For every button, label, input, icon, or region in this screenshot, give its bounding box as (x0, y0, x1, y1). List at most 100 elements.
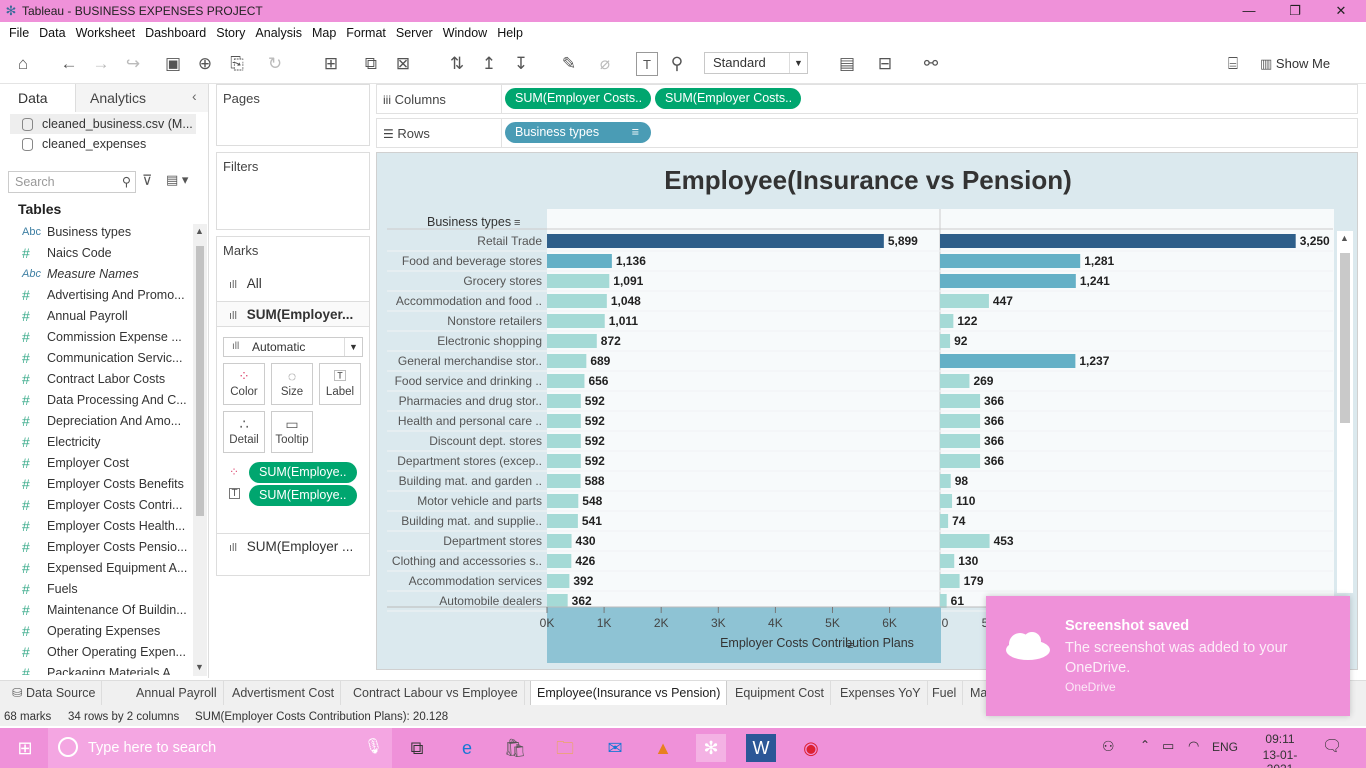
bar-series1[interactable] (547, 394, 581, 408)
scroll-up-icon[interactable]: ▲ (1340, 233, 1349, 243)
bar-series1[interactable] (547, 414, 581, 428)
marks-all[interactable]: ıll All (217, 271, 369, 297)
bar-series2[interactable] (940, 474, 951, 488)
sort-descending-icon[interactable]: ↧ (510, 52, 532, 76)
datasource-item[interactable]: cleaned_business.csv (M... (10, 114, 196, 134)
columns-pill-2[interactable]: SUM(Employer Costs.. (655, 88, 801, 109)
bar-series2[interactable] (940, 294, 989, 308)
tooltip-button[interactable]: ▭ Tooltip (271, 411, 313, 453)
bar-series1[interactable] (547, 334, 597, 348)
field-item[interactable]: # Employer Costs Benefits (0, 474, 192, 495)
sort-ascending-icon[interactable]: ↥ (478, 52, 500, 76)
bar-series1[interactable] (547, 274, 610, 288)
category-label[interactable]: General merchandise stor.. (398, 354, 542, 368)
duplicate-sheet-icon[interactable]: ⧉ (360, 52, 382, 76)
field-item[interactable]: # Contract Labor Costs (0, 369, 192, 390)
tab-annual-payroll[interactable]: Annual Payroll (130, 681, 224, 705)
store-icon[interactable]: 🛍 (500, 734, 530, 762)
bar-series2[interactable] (940, 594, 947, 608)
word-icon[interactable]: W (746, 734, 776, 762)
collapse-panel-icon[interactable]: ‹ (192, 88, 197, 104)
field-item[interactable]: # Commission Expense ... (0, 327, 192, 348)
label-pill[interactable]: SUM(Employe.. (249, 485, 357, 506)
field-item[interactable]: # Expensed Equipment A... (0, 558, 192, 579)
pin-icon[interactable]: ⚲ (666, 52, 688, 76)
rows-shelf[interactable]: ☰ Rows Business types ≡ (376, 118, 1358, 148)
tab-analytics[interactable]: Analytics (76, 84, 208, 112)
show-cards-icon[interactable]: ▤ (836, 52, 858, 76)
bar-series2[interactable] (940, 554, 955, 568)
menu-data[interactable]: Data (38, 26, 66, 40)
menu-server[interactable]: Server (395, 26, 434, 40)
maximize-button[interactable]: ❐ (1272, 0, 1318, 22)
field-item[interactable]: # Other Operating Expen... (0, 642, 192, 663)
undo-icon[interactable]: ← (58, 52, 80, 76)
view-size-select[interactable]: Standard ▼ (704, 52, 808, 74)
home-icon[interactable]: ⌂ (12, 52, 34, 76)
menu-help[interactable]: Help (496, 26, 524, 40)
bar-series1[interactable] (547, 474, 581, 488)
tab-fuel[interactable]: Fuel (926, 681, 964, 705)
color-pill[interactable]: SUM(Employe.. (249, 462, 357, 483)
tab-data-source[interactable]: ⛁ Data Source (6, 681, 103, 705)
menu-dashboard[interactable]: Dashboard (144, 26, 207, 40)
bar-series1[interactable] (547, 534, 572, 548)
bar-series2[interactable] (940, 434, 981, 448)
category-label[interactable]: Food service and drinking .. (395, 374, 542, 388)
category-label[interactable]: Accommodation services (409, 574, 542, 588)
bar-series2[interactable] (940, 454, 981, 468)
menu-map[interactable]: Map (311, 26, 337, 40)
color-button[interactable]: ⁘ Color (223, 363, 265, 405)
field-list-scrollbar[interactable]: ▲ ▼ (193, 224, 207, 676)
language-indicator[interactable]: ENG (1212, 740, 1238, 754)
screenshot-toast[interactable]: Screenshot saved The screenshot was adde… (986, 596, 1350, 716)
search-input[interactable]: Search ⚲ (8, 171, 136, 193)
category-label[interactable]: Nonstore retailers (447, 314, 542, 328)
category-label[interactable]: Accommodation and food .. (396, 294, 542, 308)
columns-pill-1[interactable]: SUM(Employer Costs.. (505, 88, 651, 109)
category-label[interactable]: Grocery stores (463, 274, 542, 288)
marks-sum-employer-1[interactable]: ıll SUM(Employer... (217, 301, 369, 327)
bar-series2[interactable] (940, 414, 981, 428)
field-item[interactable]: # Annual Payroll (0, 306, 192, 327)
label-button[interactable]: 🅃 Label (319, 363, 361, 405)
windows-start-icon[interactable]: ⊞ (10, 734, 40, 762)
bar-series2[interactable] (940, 234, 1296, 248)
bar-series1[interactable] (547, 574, 570, 588)
menu-analysis[interactable]: Analysis (254, 26, 303, 40)
filter-icon[interactable]: ⊽ (142, 172, 152, 189)
pause-updates-icon[interactable]: ⎘ (226, 52, 248, 76)
field-item[interactable]: # Electricity (0, 432, 192, 453)
presentation-icon[interactable]: ⊟ (874, 52, 896, 76)
group-icon[interactable]: ⌀ (594, 52, 616, 76)
category-label[interactable]: Building mat. and supplie.. (401, 514, 542, 528)
bar-series1[interactable] (547, 434, 581, 448)
tab-employee-insurance-pension[interactable]: Employee(Insurance vs Pension) (530, 681, 728, 705)
tab-contract-labour[interactable]: Contract Labour vs Employee (347, 681, 525, 705)
chrome-icon[interactable]: ◉ (796, 734, 826, 762)
file-explorer-icon[interactable]: 🗀 (550, 734, 580, 762)
bar-series2[interactable] (940, 574, 960, 588)
field-item[interactable]: # Advertising And Promo... (0, 285, 192, 306)
close-button[interactable]: ✕ (1318, 0, 1364, 22)
category-label[interactable]: Pharmacies and drug stor.. (399, 394, 542, 408)
field-item[interactable]: # Communication Servic... (0, 348, 192, 369)
columns-shelf[interactable]: iii Columns SUM(Employer Costs.. SUM(Emp… (376, 84, 1358, 114)
category-label[interactable]: Department stores (excep.. (397, 454, 542, 468)
bar-series1[interactable] (547, 514, 578, 528)
tray-chevron-icon[interactable]: ⌃ (1140, 738, 1150, 752)
refresh-icon[interactable]: ↻ (264, 52, 286, 76)
scrollbar-thumb[interactable] (196, 246, 204, 516)
bar-series2[interactable] (940, 394, 981, 408)
tab-data[interactable]: Data (0, 84, 76, 112)
share-icon[interactable]: ⚯ (920, 52, 942, 76)
edge-icon[interactable]: e (452, 734, 482, 762)
field-item[interactable]: # Packaging Materials A... (0, 663, 192, 675)
field-item[interactable]: # Employer Costs Pensio... (0, 537, 192, 558)
tab-expenses-yoy[interactable]: Expenses YoY (834, 681, 928, 705)
battery-icon[interactable]: ▭ (1162, 738, 1174, 754)
menu-file[interactable]: File (8, 26, 30, 40)
wifi-icon[interactable]: ◠ (1188, 738, 1199, 754)
field-item[interactable]: Abc Measure Names (0, 264, 192, 285)
highlight-icon[interactable]: ✎ (558, 52, 580, 76)
